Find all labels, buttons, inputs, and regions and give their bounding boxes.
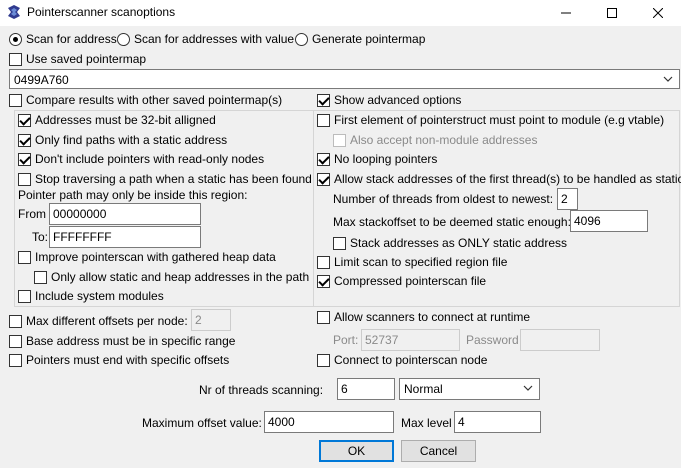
minimize-button[interactable] bbox=[543, 0, 589, 26]
close-icon bbox=[653, 8, 663, 18]
checkbox[interactable] bbox=[18, 289, 31, 303]
address-value: 0499A760 bbox=[14, 73, 69, 87]
use-saved-pointermap-checkbox[interactable]: Use saved pointermap bbox=[9, 52, 146, 66]
static-paths-checkbox[interactable]: Only find paths with a static address bbox=[18, 133, 227, 147]
max-offsets-input: 2 bbox=[191, 309, 231, 331]
stop-traversing-checkbox[interactable]: Stop traversing a path when a static has… bbox=[18, 172, 312, 186]
minimize-icon bbox=[561, 12, 571, 14]
compare-results-checkbox[interactable]: Compare results with other saved pointer… bbox=[9, 93, 282, 107]
max-offsets-checkbox[interactable]: Max different offsets per node: bbox=[9, 314, 188, 328]
end-offsets-checkbox[interactable]: Pointers must end with specific offsets bbox=[9, 353, 229, 367]
connect-node-checkbox[interactable]: Connect to pointerscan node bbox=[317, 353, 487, 367]
only-static-heap-checkbox[interactable]: Only allow static and heap addresses in … bbox=[34, 270, 309, 284]
title-bar: Pointerscanner scanoptions bbox=[0, 0, 681, 26]
checkbox[interactable] bbox=[333, 236, 346, 250]
max-level-label: Max level bbox=[401, 416, 452, 430]
from-label: From bbox=[18, 207, 46, 221]
threads-label: Number of threads from oldest to newest: bbox=[333, 192, 554, 206]
checkbox[interactable] bbox=[18, 172, 31, 186]
system-modules-checkbox[interactable]: Include system modules bbox=[18, 289, 164, 303]
checkbox[interactable] bbox=[317, 255, 330, 269]
radio-scan-with-value[interactable]: Scan for addresses with value bbox=[117, 32, 294, 46]
checkbox[interactable] bbox=[317, 172, 330, 186]
allow-scanners-checkbox[interactable]: Allow scanners to connect at runtime bbox=[317, 310, 530, 324]
priority-value: Normal bbox=[404, 382, 443, 396]
checkbox bbox=[333, 133, 346, 147]
checkbox[interactable] bbox=[317, 353, 330, 367]
password-input bbox=[520, 329, 600, 351]
checkbox[interactable] bbox=[317, 152, 330, 166]
nr-threads-label: Nr of threads scanning: bbox=[199, 383, 324, 397]
stackoffset-label: Max stackoffset to be deemed static enou… bbox=[333, 215, 571, 229]
to-label: To: bbox=[32, 230, 49, 244]
checkbox[interactable] bbox=[18, 152, 31, 166]
maximize-icon bbox=[607, 8, 617, 18]
base-range-checkbox[interactable]: Base address must be in specific range bbox=[9, 334, 235, 348]
non-module-checkbox: Also accept non-module addresses bbox=[333, 133, 537, 147]
improve-heap-checkbox[interactable]: Improve pointerscan with gathered heap d… bbox=[18, 250, 276, 264]
window-title: Pointerscanner scanoptions bbox=[27, 5, 176, 19]
checkbox[interactable] bbox=[317, 310, 330, 324]
radio-generate-pointermap[interactable]: Generate pointermap bbox=[295, 32, 425, 46]
allow-stack-checkbox[interactable]: Allow stack addresses of the first threa… bbox=[317, 172, 681, 186]
port-label: Port: bbox=[333, 333, 359, 347]
checkbox[interactable] bbox=[9, 353, 22, 367]
aligned-checkbox[interactable]: Addresses must be 32-bit alligned bbox=[18, 113, 216, 127]
no-looping-checkbox[interactable]: No looping pointers bbox=[317, 152, 437, 166]
checkbox[interactable] bbox=[18, 250, 31, 264]
checkbox[interactable] bbox=[18, 133, 31, 147]
show-advanced-checkbox[interactable]: Show advanced options bbox=[317, 93, 461, 107]
compressed-checkbox[interactable]: Compressed pointerscan file bbox=[317, 274, 486, 288]
ok-button[interactable]: OK bbox=[319, 440, 394, 462]
address-combobox[interactable]: 0499A760 bbox=[9, 69, 680, 89]
checkbox[interactable] bbox=[317, 113, 330, 127]
chevron-down-icon bbox=[663, 76, 673, 82]
checkbox[interactable] bbox=[34, 270, 47, 284]
threads-input[interactable]: 2 bbox=[557, 188, 578, 210]
radio-button[interactable] bbox=[9, 32, 22, 46]
checkbox[interactable] bbox=[18, 113, 31, 127]
no-readonly-checkbox[interactable]: Don't include pointers with read-only no… bbox=[18, 152, 264, 166]
checkbox[interactable] bbox=[9, 93, 22, 107]
cheat-engine-icon bbox=[8, 5, 20, 19]
radio-button[interactable] bbox=[295, 32, 308, 46]
first-element-checkbox[interactable]: First element of pointerstruct must poin… bbox=[317, 113, 664, 127]
to-address-input[interactable]: FFFFFFFF bbox=[49, 226, 201, 248]
stackoffset-input[interactable]: 4096 bbox=[570, 210, 648, 232]
port-input: 52737 bbox=[361, 329, 460, 351]
checkbox[interactable] bbox=[9, 52, 22, 66]
priority-select[interactable]: Normal bbox=[399, 378, 540, 400]
close-button[interactable] bbox=[635, 0, 681, 26]
cancel-button[interactable]: Cancel bbox=[401, 440, 476, 462]
checkbox[interactable] bbox=[317, 93, 330, 107]
checkbox[interactable] bbox=[317, 274, 330, 288]
limit-region-checkbox[interactable]: Limit scan to specified region file bbox=[317, 255, 507, 269]
password-label: Password bbox=[466, 333, 519, 347]
maximize-button[interactable] bbox=[589, 0, 635, 26]
radio-scan-for-address[interactable]: Scan for address bbox=[9, 32, 117, 46]
max-offset-label: Maximum offset value: bbox=[142, 416, 262, 430]
stack-only-static-checkbox[interactable]: Stack addresses as ONLY static address bbox=[333, 236, 567, 250]
radio-button[interactable] bbox=[117, 32, 130, 46]
checkbox[interactable] bbox=[9, 314, 22, 328]
checkbox[interactable] bbox=[9, 334, 22, 348]
chevron-down-icon bbox=[523, 385, 533, 391]
nr-threads-input[interactable]: 6 bbox=[337, 378, 395, 400]
region-label: Pointer path may only be inside this reg… bbox=[18, 188, 248, 202]
max-offset-input[interactable]: 4000 bbox=[264, 411, 394, 433]
from-address-input[interactable]: 00000000 bbox=[49, 203, 201, 225]
max-level-input[interactable]: 4 bbox=[454, 411, 541, 433]
